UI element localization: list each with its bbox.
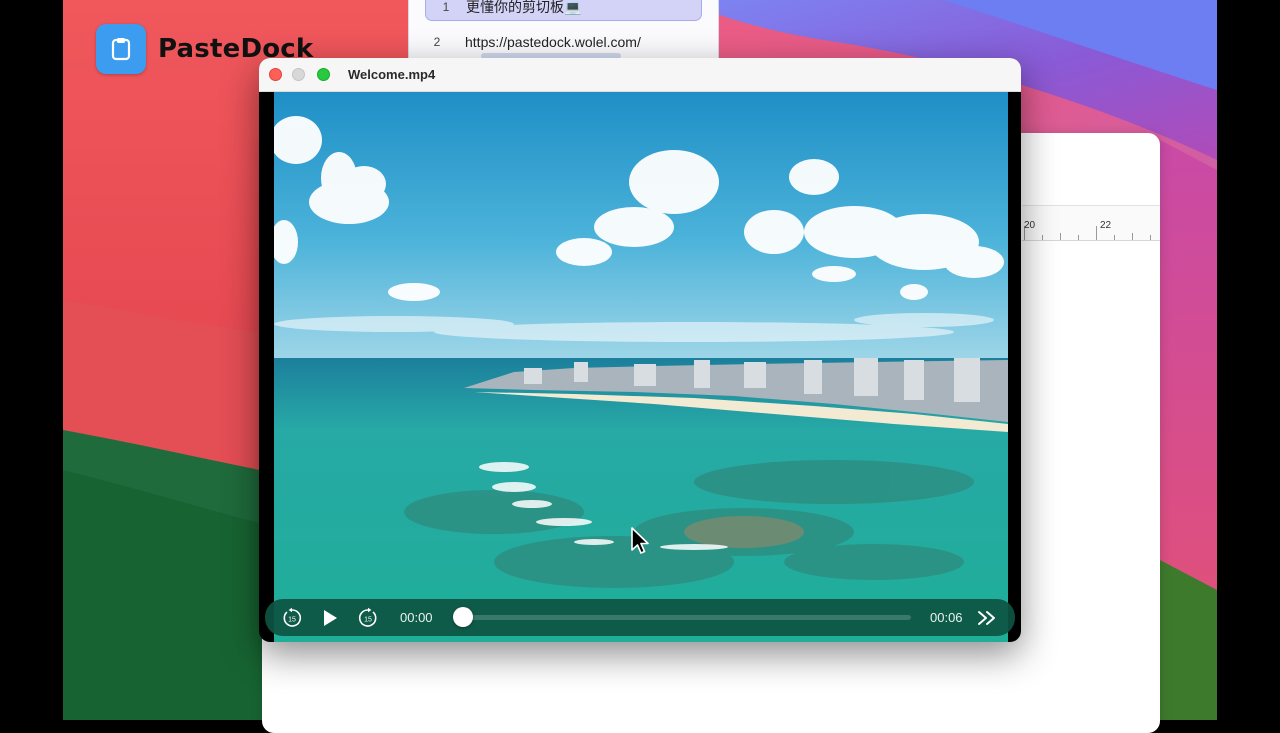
- clipboard-item-text: https://pastedock.wolel.com/: [465, 34, 641, 50]
- skip-forward-icon[interactable]: [974, 599, 1000, 636]
- rewind-15-icon[interactable]: 15: [279, 599, 305, 636]
- svg-text:15: 15: [288, 616, 296, 623]
- mouse-pointer-icon: [630, 526, 652, 561]
- maximize-window-button[interactable]: [317, 68, 330, 81]
- ruler-label: 20: [1024, 220, 1036, 231]
- clipboard-item-index: 1: [442, 0, 450, 14]
- title-bar[interactable]: Welcome.mp4: [259, 58, 1021, 92]
- playback-controls: 15 15 00:00 00:06: [265, 599, 1015, 636]
- progress-track[interactable]: [463, 615, 911, 620]
- clipboard-item-text: 更懂你的剪切板💻: [466, 0, 582, 15]
- close-window-button[interactable]: [269, 68, 282, 81]
- clipboard-item[interactable]: 1 更懂你的剪切板💻: [425, 0, 702, 21]
- minimize-window-button[interactable]: [292, 68, 305, 81]
- play-icon[interactable]: [317, 599, 343, 636]
- clipboard-item-index: 2: [433, 35, 441, 49]
- progress-knob[interactable]: [453, 607, 473, 627]
- forward-15-icon[interactable]: 15: [355, 599, 381, 636]
- svg-text:15: 15: [364, 616, 372, 623]
- duration: 00:06: [930, 610, 963, 625]
- clipboard-icon: [96, 24, 146, 74]
- window-title: Welcome.mp4: [348, 67, 436, 82]
- ruler: 20 22: [1022, 205, 1160, 241]
- ruler-label: 22: [1100, 220, 1112, 231]
- current-time: 00:00: [400, 610, 433, 625]
